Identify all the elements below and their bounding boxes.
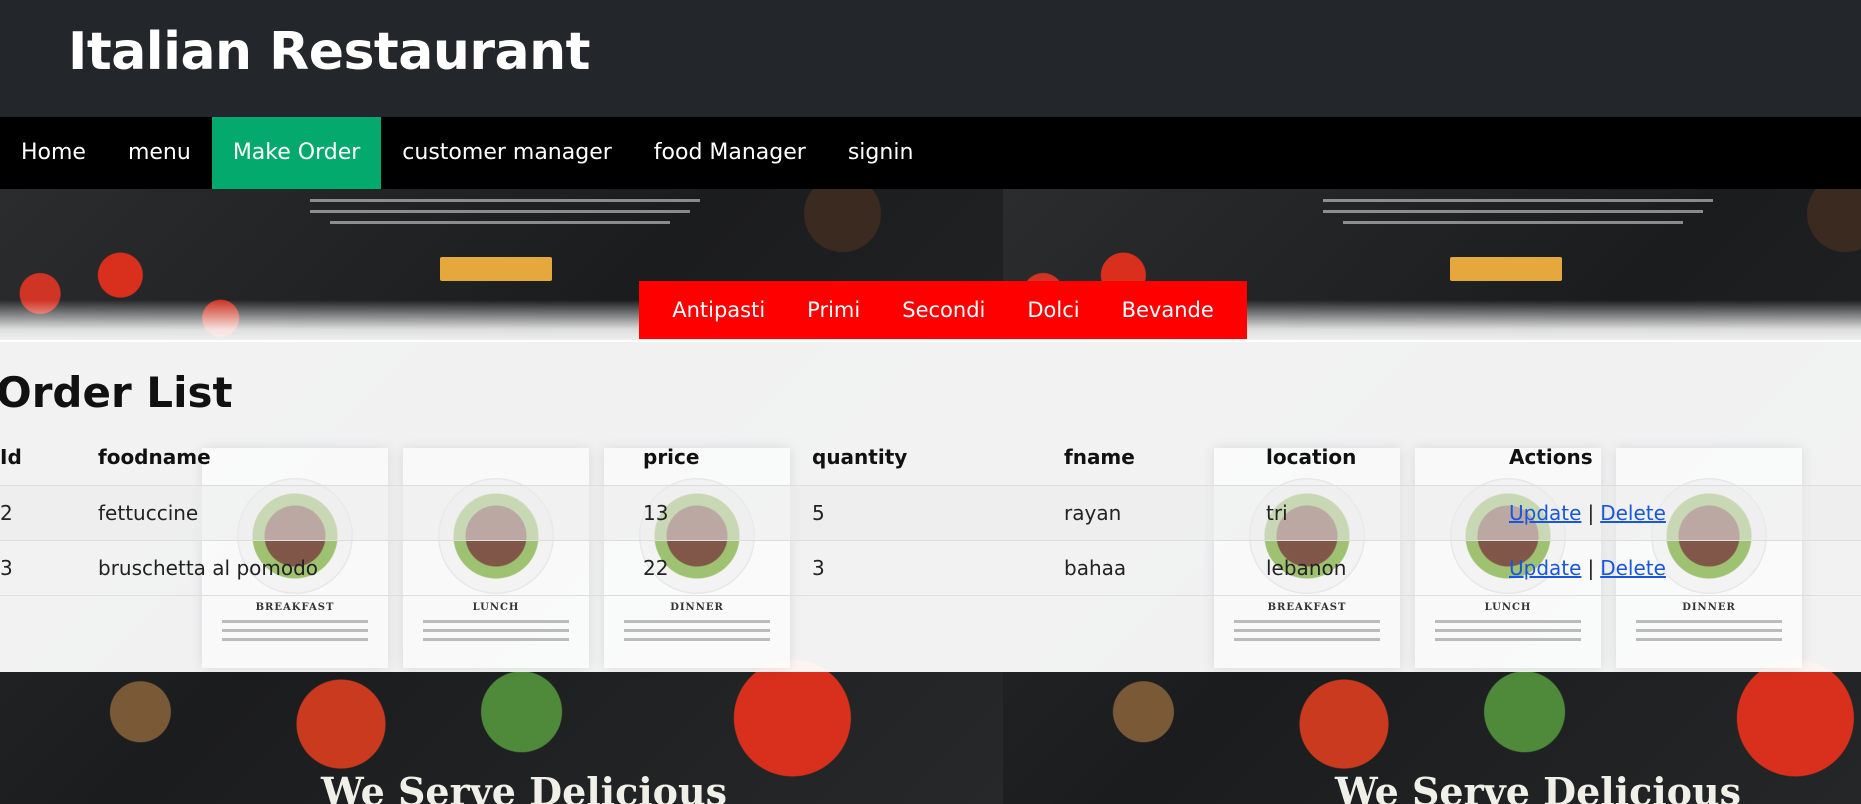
cell-foodname: fettuccine	[98, 484, 643, 540]
cell-price: 13	[643, 484, 812, 540]
column-header-fname: fname	[1064, 445, 1135, 470]
meal-card-text	[222, 620, 368, 623]
category-bar: Antipasti Primi Secondi Dolci Bevande	[639, 281, 1247, 339]
table-row: 3 bruschetta al pomodo 22 3 bahaa lebano…	[0, 539, 1861, 595]
update-link[interactable]: Update	[1509, 556, 1581, 580]
category-primi[interactable]: Primi	[786, 298, 881, 322]
meal-card-text	[1234, 620, 1380, 623]
cell-fname: bahaa	[1064, 539, 1266, 595]
cell-id: 3	[0, 539, 98, 595]
background-text-line	[310, 210, 690, 213]
background-cta	[1450, 257, 1562, 281]
table-row: 2 fettuccine 13 5 rayan tri Update | Delet…	[0, 484, 1861, 540]
background-text-line	[330, 221, 670, 224]
meal-card-text	[1435, 620, 1581, 623]
nav-make-order[interactable]: Make Order	[211, 117, 382, 189]
update-link[interactable]: Update	[1509, 501, 1581, 525]
nav-menu[interactable]: menu	[107, 117, 212, 189]
nav-home[interactable]: Home	[0, 117, 107, 189]
background-headline: We Serve Delicious	[321, 769, 728, 804]
delete-link[interactable]: Delete	[1600, 556, 1666, 580]
background-cta	[440, 257, 552, 281]
category-antipasti[interactable]: Antipasti	[651, 298, 786, 322]
meal-card-title: DINNER	[670, 602, 724, 613]
meal-card-text	[1636, 620, 1782, 623]
column-header-actions: Actions	[1509, 445, 1593, 470]
meal-card-title: LUNCH	[1484, 602, 1532, 613]
order-list-title: Order List	[0, 368, 233, 417]
column-header-location: location	[1266, 445, 1357, 470]
background-text-line	[1323, 210, 1703, 213]
category-dolci[interactable]: Dolci	[1006, 298, 1100, 322]
meal-card-title: DINNER	[1682, 602, 1736, 613]
cell-fname: rayan	[1064, 484, 1266, 540]
meal-card-text	[624, 620, 770, 623]
site-header: Italian Restaurant	[0, 0, 1861, 117]
background-headline: We Serve Delicious	[1335, 769, 1742, 804]
column-header-price: price	[643, 445, 700, 470]
nav-customer-manager[interactable]: customer manager	[381, 117, 632, 189]
category-bevande[interactable]: Bevande	[1101, 298, 1235, 322]
meal-card-text	[423, 620, 569, 623]
column-header-id: Id	[0, 445, 22, 470]
cell-price: 22	[643, 539, 812, 595]
delete-link[interactable]: Delete	[1600, 501, 1666, 525]
nav-food-manager[interactable]: food Manager	[633, 117, 827, 189]
cell-location: lebanon	[1266, 539, 1509, 595]
background-text-line	[1323, 199, 1713, 202]
cell-actions: Update | Delete	[1509, 484, 1861, 540]
column-header-quantity: quantity	[812, 445, 908, 470]
main-nav: Home menu Make Order customer manager fo…	[0, 117, 1861, 189]
meal-card-title: BREAKFAST	[255, 602, 335, 613]
action-separator: |	[1587, 555, 1595, 580]
cell-quantity: 3	[812, 539, 1064, 595]
background-text-line	[1343, 221, 1683, 224]
cell-id: 2	[0, 484, 98, 540]
column-header-foodname: foodname	[98, 445, 211, 470]
nav-signin[interactable]: signin	[827, 117, 935, 189]
cell-foodname: bruschetta al pomodo	[98, 539, 643, 595]
background-text-line	[310, 199, 700, 202]
category-secondi[interactable]: Secondi	[881, 298, 1006, 322]
cell-location: tri	[1266, 484, 1509, 540]
site-title: Italian Restaurant	[68, 22, 591, 82]
table-header-row: Id foodname price quantity fname locatio…	[0, 430, 1861, 485]
action-separator: |	[1587, 500, 1595, 525]
meal-card-title: LUNCH	[472, 602, 520, 613]
order-table: Id foodname price quantity fname locatio…	[0, 430, 1861, 596]
meal-card-title: BREAKFAST	[1267, 602, 1347, 613]
cell-quantity: 5	[812, 484, 1064, 540]
cell-actions: Update | Delete	[1509, 539, 1861, 595]
